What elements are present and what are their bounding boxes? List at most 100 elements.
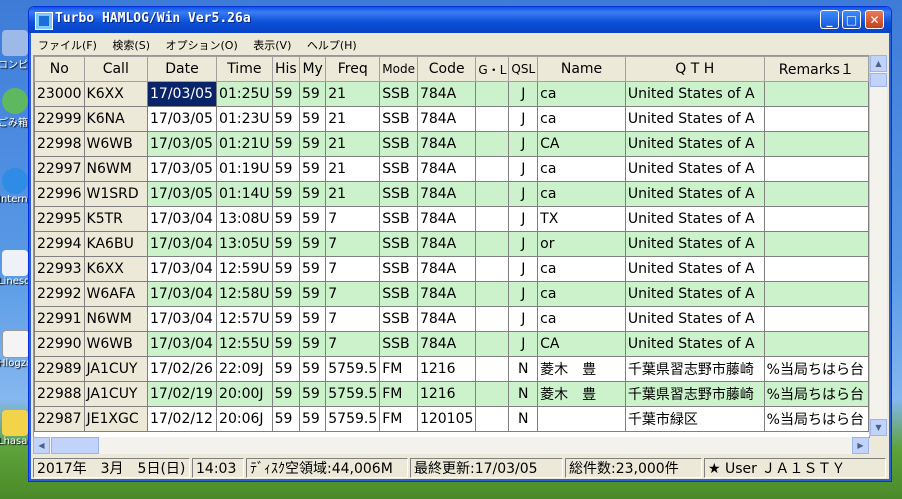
cell-name[interactable]: ca (537, 106, 626, 132)
cell-gl[interactable] (475, 331, 510, 357)
cell-date[interactable]: 17/03/05 (147, 181, 218, 207)
horizontal-scroll-thumb[interactable] (51, 437, 99, 454)
cell-gl[interactable] (475, 356, 510, 382)
title-bar[interactable]: Turbo HAMLOG/Win Ver5.26a _ □ ✕ (29, 7, 891, 33)
cell-gl[interactable] (475, 156, 510, 182)
cell-my[interactable]: 59 (299, 231, 327, 257)
cell-code[interactable]: 784A (416, 181, 477, 207)
cell-qth[interactable]: United States of A (624, 181, 765, 207)
cell-gl[interactable] (475, 131, 510, 157)
cell-no[interactable]: 22992 (34, 281, 85, 307)
cell-date[interactable]: 17/03/04 (147, 306, 218, 332)
cell-mode[interactable]: SSB (379, 81, 418, 107)
cell-call[interactable]: W1SRD (83, 181, 149, 207)
cell-time[interactable]: 01:23U (216, 106, 273, 132)
cell-date[interactable]: 17/03/04 (147, 206, 218, 232)
cell-mode[interactable]: SSB (379, 206, 418, 232)
cell-qsl[interactable]: N (508, 406, 539, 432)
cell-qth[interactable]: United States of A (624, 331, 765, 357)
cell-qsl[interactable]: J (508, 131, 539, 157)
cell-mode[interactable]: SSB (379, 281, 418, 307)
cell-remarks1[interactable] (763, 306, 869, 332)
cell-code[interactable]: 784A (416, 306, 477, 332)
cell-freq[interactable]: 21 (325, 81, 381, 107)
cell-remarks1[interactable] (763, 131, 869, 157)
col-header-qsl[interactable]: QSL (508, 56, 539, 82)
cell-qsl[interactable]: J (508, 331, 539, 357)
cell-my[interactable]: 59 (299, 181, 327, 207)
cell-freq[interactable]: 5759.5 (325, 356, 381, 382)
cell-qth[interactable]: 千葉県習志野市藤崎 (624, 381, 765, 407)
cell-no[interactable]: 22988 (34, 381, 85, 407)
cell-qsl[interactable]: J (508, 306, 539, 332)
cell-call[interactable]: W6AFA (83, 281, 149, 307)
cell-my[interactable]: 59 (299, 206, 327, 232)
cell-his[interactable]: 59 (271, 281, 301, 307)
scroll-down-button[interactable]: ▼ (870, 419, 887, 436)
cell-my[interactable]: 59 (299, 331, 327, 357)
cell-date[interactable]: 17/02/26 (147, 356, 218, 382)
cell-my[interactable]: 59 (299, 81, 327, 107)
cell-mode[interactable]: SSB (379, 331, 418, 357)
cell-freq[interactable]: 7 (325, 206, 381, 232)
cell-qsl[interactable]: J (508, 281, 539, 307)
cell-remarks1[interactable] (763, 106, 869, 132)
cell-mode[interactable]: SSB (379, 131, 418, 157)
cell-gl[interactable] (475, 81, 510, 107)
cell-name[interactable]: CA (537, 131, 626, 157)
cell-name[interactable]: ca (537, 306, 626, 332)
cell-qsl[interactable]: J (508, 156, 539, 182)
log-row[interactable]: 22992 W6AFA 17/03/04 12:58U 59 59 7 SSB 784A Jca U… (34, 281, 869, 307)
scroll-up-button[interactable]: ▲ (870, 55, 887, 72)
log-grid[interactable]: No Call Date Time His My Freq Mode Code … (33, 55, 870, 438)
log-row[interactable]: 22993 K6XX 17/03/04 12:59U 59 59 7 SSB 784A Jca Un… (34, 256, 869, 282)
cell-name[interactable]: or (537, 231, 626, 257)
cell-time[interactable]: 01:19U (216, 156, 273, 182)
horizontal-scrollbar[interactable]: ◀ ▶ (33, 437, 869, 454)
cell-call[interactable]: K6XX (83, 81, 149, 107)
cell-no[interactable]: 22996 (34, 181, 85, 207)
cell-name[interactable]: ca (537, 281, 626, 307)
log-row[interactable]: 22995 K5TR 17/03/04 13:08U 59 59 7 SSB 784A J TX Un… (34, 206, 869, 232)
cell-mode[interactable]: FM (379, 406, 418, 432)
cell-date[interactable]: 17/03/05 (147, 106, 218, 132)
cell-qsl[interactable]: J (508, 81, 539, 107)
cell-his[interactable]: 59 (271, 306, 301, 332)
cell-my[interactable]: 59 (299, 106, 327, 132)
desktop-icon-lineso[interactable]: Lineso System (0, 250, 71, 287)
cell-my[interactable]: 59 (299, 356, 327, 382)
cell-qth[interactable]: United States of A (624, 156, 765, 182)
cell-qsl[interactable]: J (508, 181, 539, 207)
cell-qth[interactable]: United States of A (624, 281, 765, 307)
cell-his[interactable]: 59 (271, 206, 301, 232)
cell-qsl[interactable]: N (508, 381, 539, 407)
cell-his[interactable]: 59 (271, 156, 301, 182)
cell-time[interactable]: 01:14U (216, 181, 273, 207)
cell-no[interactable]: 22989 (34, 356, 85, 382)
col-header-freq[interactable]: Freq (325, 56, 381, 82)
cell-code[interactable]: 120105 (416, 406, 477, 432)
cell-freq[interactable]: 5759.5 (325, 406, 381, 432)
log-row[interactable]: 22996 W1SRD 17/03/05 01:14U 59 59 21 SSB 784A Jca… (34, 181, 869, 207)
vertical-scroll-thumb[interactable] (870, 73, 887, 87)
cell-name[interactable]: 菱木 豊 (537, 356, 626, 382)
cell-remarks1[interactable] (763, 181, 869, 207)
log-row[interactable]: 22990 W6WB 17/03/04 12:55U 59 59 7 SSB 784A J CA Un… (34, 331, 869, 357)
scroll-left-button[interactable]: ◀ (33, 437, 50, 454)
desktop-icon-ie[interactable]: Internet Explorer (0, 168, 83, 205)
cell-name[interactable]: CA (537, 331, 626, 357)
cell-date[interactable]: 17/02/19 (147, 381, 218, 407)
cell-his[interactable]: 59 (271, 131, 301, 157)
cell-remarks1[interactable] (763, 231, 869, 257)
cell-code[interactable]: 784A (416, 81, 477, 107)
log-row[interactable]: 22994 KA6BU 17/03/04 13:05U 59 59 7 SSB 784A Jor U… (34, 231, 869, 257)
cell-remarks1[interactable] (763, 81, 869, 107)
minimize-button[interactable]: _ (820, 10, 839, 29)
cell-date[interactable]: 17/03/05 (147, 131, 218, 157)
cell-qth[interactable]: United States of A (624, 131, 765, 157)
col-header-date[interactable]: Date (147, 56, 218, 82)
cell-call[interactable]: JA1CUY (83, 356, 149, 382)
col-header-no[interactable]: No (34, 56, 85, 82)
log-row[interactable]: 22987 JE1XGC 17/02/12 20:06J 59 59 5759.5 FM 120… (34, 406, 869, 432)
cell-name[interactable]: 菱木 豊 (537, 381, 626, 407)
